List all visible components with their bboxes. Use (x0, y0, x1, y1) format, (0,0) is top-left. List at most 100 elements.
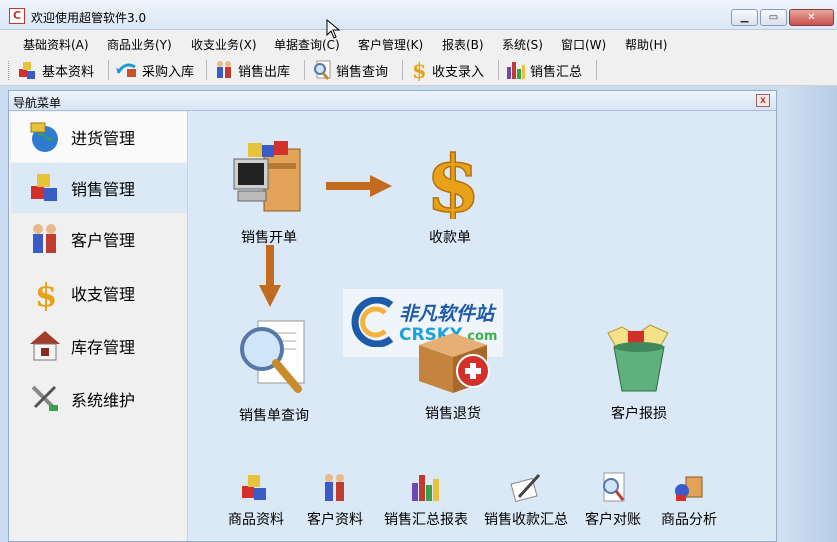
magnifier-doc-icon (603, 472, 625, 502)
panel-title: 导航菜单 (13, 96, 62, 110)
toolbar-label: 销售查询 (336, 64, 389, 80)
toolbar-separator (304, 60, 305, 80)
magnifier-doc-icon (314, 60, 331, 80)
sales-order-query-button[interactable]: 销售单查询 (236, 317, 312, 425)
window-title: 欢迎使用超管软件3.0 (31, 11, 147, 25)
goods-data-button[interactable]: 商品资料 (228, 471, 284, 529)
title-bar: C 欢迎使用超管软件3.0 ▁ ▭ ✕ (0, 0, 837, 30)
blocks-icon (242, 475, 266, 500)
nav-menu: 进货管理 销售管理 客户管理 $ 收支管理 库存管理 系统维护 (9, 111, 188, 541)
bar-chart-icon (412, 475, 439, 501)
sales-workspace: 销售开单 $ 收款单 销售单查询 非凡软件站 CRSKY.com 销售退货 客户… (188, 111, 776, 541)
desktop-background (778, 86, 837, 542)
people-icon (33, 224, 56, 253)
small-item-label: 商品分析 (661, 512, 717, 528)
small-item-label: 客户对账 (585, 512, 641, 528)
menu-bar: 基础资料(A) 商品业务(Y) 收支业务(X) 单据查询(C) 客户管理(K) … (0, 30, 837, 55)
panel-close-button[interactable]: x (756, 94, 770, 107)
nav-item-finance[interactable]: $ 收支管理 (11, 268, 187, 318)
menu-goods-business[interactable]: 商品业务(Y) (107, 36, 172, 53)
menu-system[interactable]: 系统(S) (502, 36, 543, 53)
crsky-logo-icon (351, 297, 394, 347)
toolbar-label: 收支录入 (432, 64, 485, 80)
panel-header: 导航菜单 x (9, 91, 776, 111)
small-item-label: 销售汇总报表 (384, 512, 468, 528)
nav-item-label: 进货管理 (71, 129, 136, 148)
menu-window[interactable]: 窗口(W) (561, 36, 606, 53)
nav-item-sales[interactable]: 销售管理 (11, 163, 187, 213)
blocks-icon (19, 62, 35, 79)
maximize-button[interactable]: ▭ (760, 9, 787, 26)
magnifier-doc-icon (240, 320, 305, 393)
toolbar-label: 销售汇总 (530, 64, 583, 80)
big-item-label: 销售退货 (425, 406, 481, 422)
blocks-icon (31, 174, 57, 201)
navigation-panel: 导航菜单 x 进货管理 销售管理 客户管理 $ 收支管理 库存管理 系统维护 销… (8, 90, 777, 542)
nav-item-label: 收支管理 (71, 285, 136, 304)
house-icon (30, 331, 60, 361)
arrow-right-icon (326, 175, 392, 197)
toolbar-finance-entry-button[interactable]: $ 收支录入 (409, 58, 484, 82)
svg-text:$: $ (35, 276, 57, 311)
nav-item-label: 销售管理 (71, 180, 136, 199)
globe-icon (30, 122, 58, 152)
menu-help[interactable]: 帮助(H) (625, 36, 667, 53)
customer-loss-button[interactable]: 客户报损 (602, 321, 676, 423)
dollar-icon: $ (425, 138, 480, 219)
toolbar-grip[interactable] (8, 61, 11, 80)
menu-basic-data[interactable]: 基础资料(A) (23, 36, 89, 53)
bar-chart-icon (507, 62, 525, 79)
small-item-label: 客户资料 (307, 512, 363, 528)
small-item-label: 销售收款汇总 (484, 512, 568, 528)
app-icon: C (9, 8, 25, 24)
toolbar-basic-data-button[interactable]: 基本资料 (17, 58, 94, 82)
nav-item-label: 客户管理 (71, 231, 136, 250)
watermark-cn: 非凡软件站 (399, 303, 495, 325)
nav-item-inventory[interactable]: 库存管理 (11, 321, 187, 371)
big-item-label: 客户报损 (611, 406, 667, 422)
toolbar-label: 销售出库 (238, 64, 291, 80)
big-item-label: 销售开单 (241, 230, 297, 246)
goods-analysis-button[interactable]: 商品分析 (661, 471, 717, 529)
toolbar: 基本资料 采购入库 销售出库 销售查询 $ 收支录入 销售汇总 (0, 55, 837, 86)
nav-item-system[interactable]: 系统维护 (11, 374, 187, 424)
toolbar-purchase-button[interactable]: 采购入库 (115, 58, 194, 82)
toolbar-label: 采购入库 (142, 64, 195, 80)
arrow-down-icon (259, 245, 281, 307)
customer-reconciliation-button[interactable]: 客户对账 (585, 471, 641, 529)
analysis-icon (675, 476, 703, 501)
menu-reports[interactable]: 报表(B) (442, 36, 484, 53)
dollar-icon: $ (35, 276, 57, 311)
receipt-button[interactable]: $ 收款单 (420, 137, 480, 247)
sales-return-button[interactable]: 销售退货 (413, 323, 493, 423)
sales-order-button[interactable]: 销售开单 (228, 139, 310, 247)
pen-doc-icon (510, 473, 541, 503)
small-item-label: 商品资料 (228, 512, 284, 528)
tools-icon (31, 385, 58, 411)
big-item-label: 收款单 (429, 230, 471, 246)
dollar-icon: $ (412, 59, 427, 81)
toolbar-separator (596, 60, 597, 80)
nav-item-purchase[interactable]: 进货管理 (11, 112, 187, 162)
people-icon (325, 474, 344, 501)
close-button[interactable]: ✕ (789, 9, 834, 26)
nav-item-customers[interactable]: 客户管理 (11, 214, 187, 264)
toolbar-separator (108, 60, 109, 80)
menu-customer-management[interactable]: 客户管理(K) (358, 36, 423, 53)
purchase-icon (116, 63, 136, 77)
box-return-icon (419, 333, 490, 393)
sales-receipt-summary-button[interactable]: 销售收款汇总 (484, 471, 568, 529)
toolbar-label: 基本资料 (42, 64, 95, 80)
menu-finance-business[interactable]: 收支业务(X) (191, 36, 257, 53)
toolbar-sales-summary-button[interactable]: 销售汇总 (505, 58, 582, 82)
minimize-button[interactable]: ▁ (731, 9, 758, 26)
nav-item-label: 系统维护 (71, 391, 136, 410)
mouse-cursor-icon (326, 19, 340, 39)
big-item-label: 销售单查询 (239, 408, 309, 424)
toolbar-separator (206, 60, 207, 80)
customer-data-button[interactable]: 客户资料 (307, 471, 363, 529)
toolbar-sales-out-button[interactable]: 销售出库 (213, 58, 290, 82)
toolbar-sales-query-button[interactable]: 销售查询 (311, 58, 388, 82)
nav-item-label: 库存管理 (71, 338, 136, 357)
sales-summary-report-button[interactable]: 销售汇总报表 (384, 471, 468, 529)
